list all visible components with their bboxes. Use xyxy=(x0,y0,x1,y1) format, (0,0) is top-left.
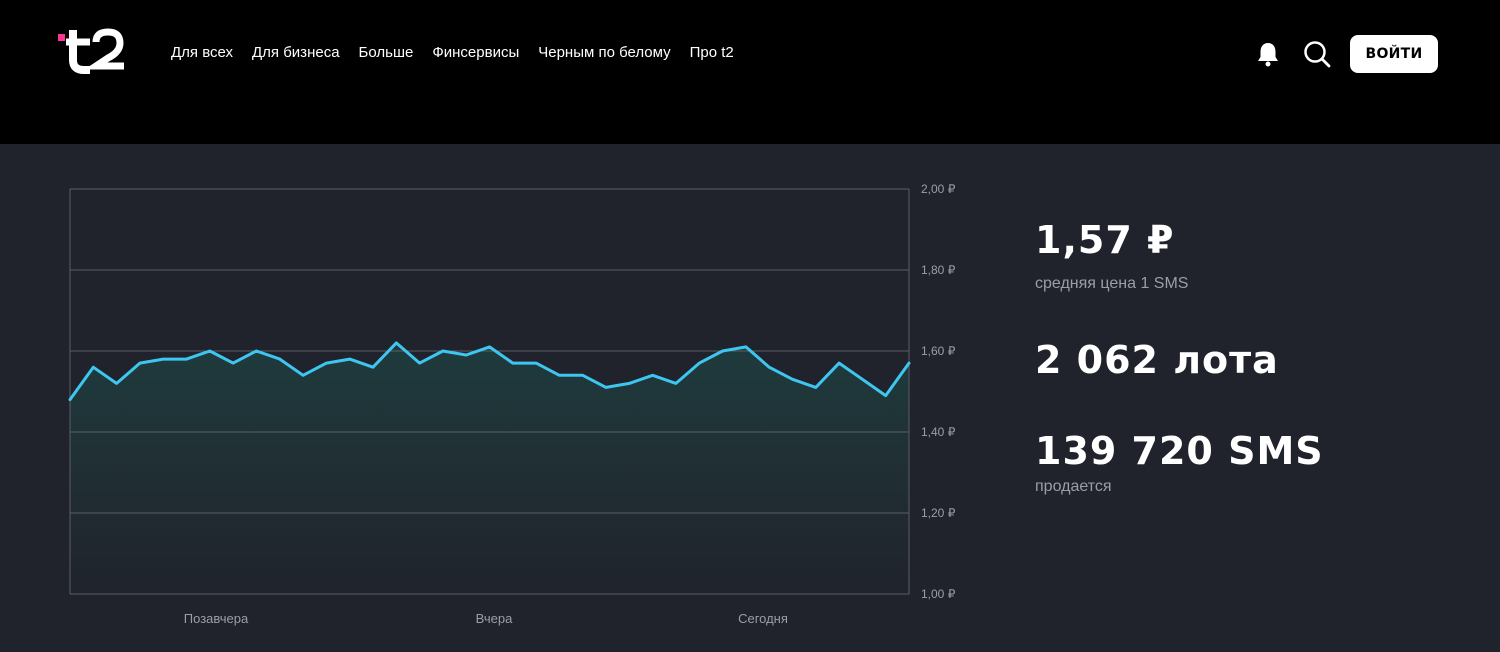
login-button[interactable]: ВОЙТИ xyxy=(1350,35,1438,73)
nav-item-1[interactable]: Для всех xyxy=(171,44,233,62)
lots-count: 2 062 лота xyxy=(1035,338,1279,382)
chart-y-tick-label: 1,80 ₽ xyxy=(921,263,956,277)
chart-x-tick-label: Сегодня xyxy=(738,611,788,626)
nav-item-2[interactable]: Для бизнеса xyxy=(252,44,340,62)
nav-item-4[interactable]: Финсервисы xyxy=(432,44,519,62)
average-price-caption: средняя цена 1 SMS xyxy=(1035,275,1189,292)
sms-count: 139 720 SMS xyxy=(1035,429,1324,473)
main-nav: Для всех Для бизнеса Больше Финсервисы Черны… xyxy=(171,44,753,62)
t2-logo[interactable] xyxy=(56,26,128,78)
price-chart-svg: 2,00 ₽ 1,80 ₽ 1,60 ₽ 1,40 ₽ 1,20 ₽ 1,00 ₽ Поза… xyxy=(68,182,956,626)
chart-x-tick-label: Вчера xyxy=(476,611,513,626)
sms-count-caption: продается xyxy=(1035,478,1112,495)
header: Для всех Для бизнеса Больше Финсервисы Черны… xyxy=(0,0,1500,144)
nav-item-5[interactable]: Черным по белому xyxy=(538,44,670,62)
nav-item-3[interactable]: Больше xyxy=(359,44,414,62)
average-price-value: 1,57 ₽ xyxy=(1035,218,1175,262)
chart-y-tick-label: 2,00 ₽ xyxy=(921,182,956,196)
price-chart: 2,00 ₽ 1,80 ₽ 1,60 ₽ 1,40 ₽ 1,20 ₽ 1,00 ₽ Поза… xyxy=(0,144,1000,652)
nav-item-6[interactable]: Про t2 xyxy=(690,44,734,62)
chart-y-tick-label: 1,00 ₽ xyxy=(921,587,956,601)
chart-x-tick-label: Позавчера xyxy=(184,611,249,626)
chart-y-tick-label: 1,60 ₽ xyxy=(921,344,956,358)
chart-area-fill xyxy=(70,342,909,594)
chart-y-tick-label: 1,20 ₽ xyxy=(921,506,956,520)
bell-icon[interactable] xyxy=(1256,41,1280,67)
search-icon[interactable] xyxy=(1303,40,1331,68)
chart-y-tick-label: 1,40 ₽ xyxy=(921,425,956,439)
